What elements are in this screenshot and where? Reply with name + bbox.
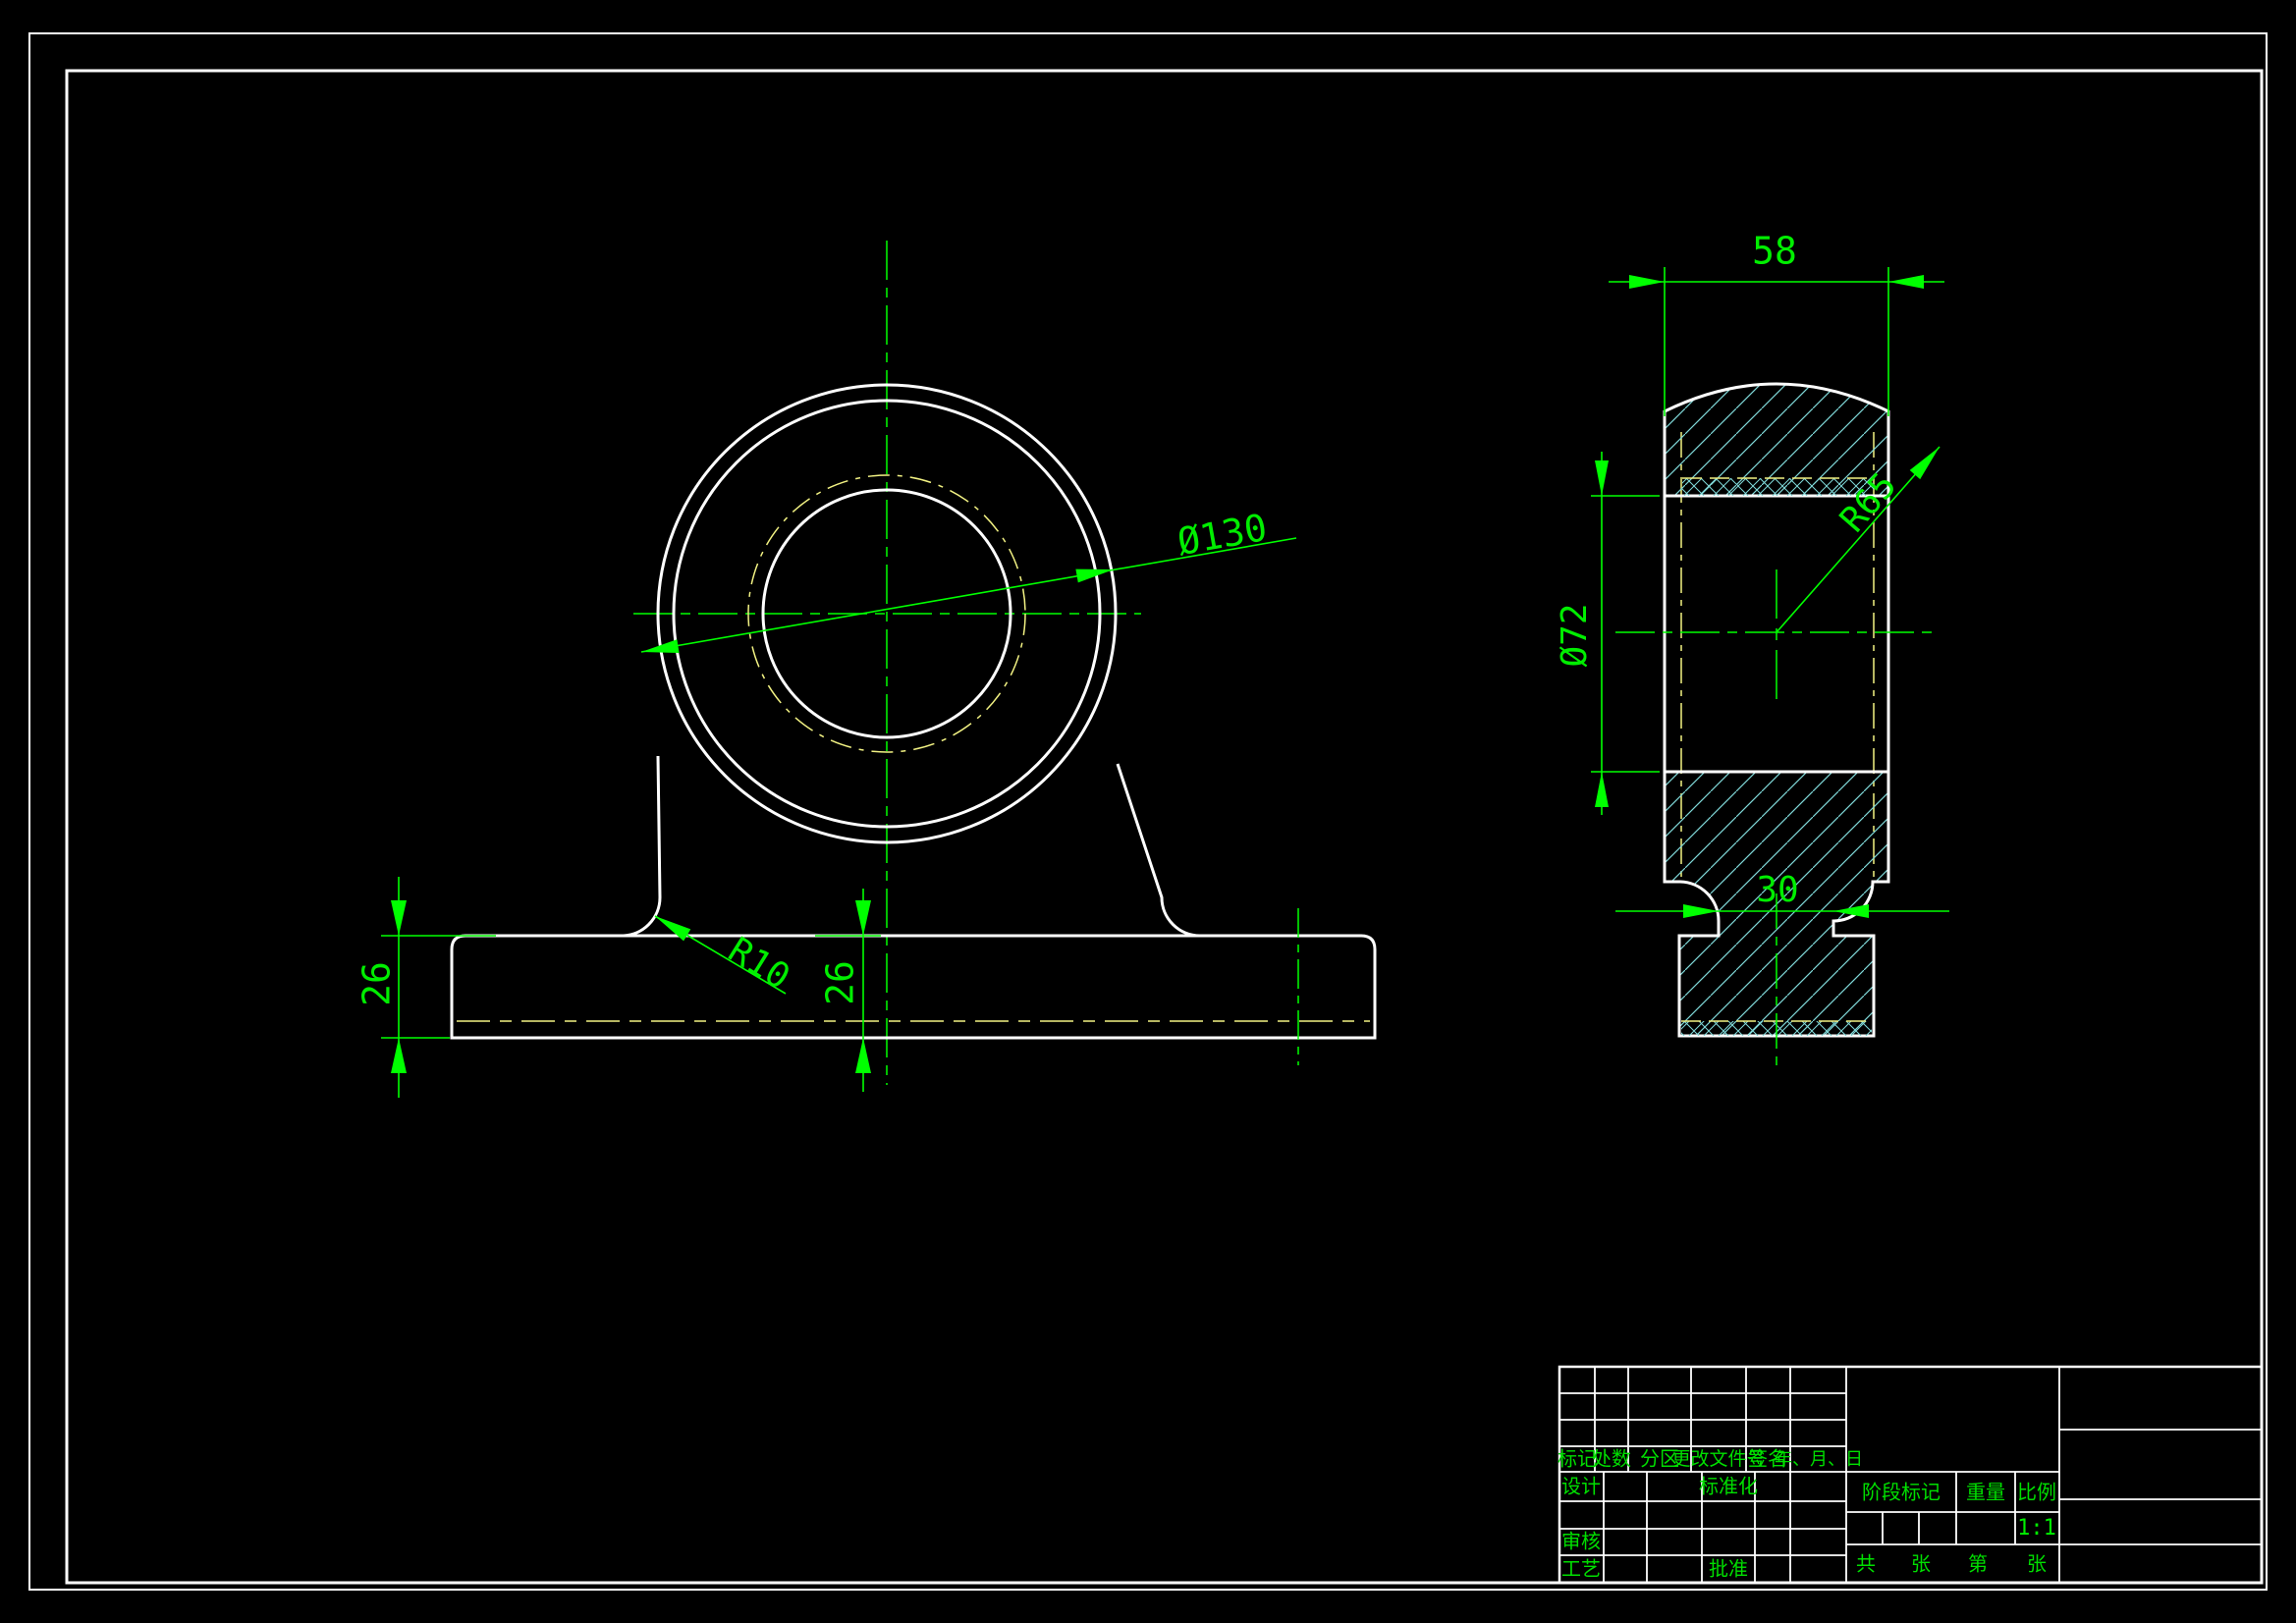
label-sheet2: 张 [2027, 1552, 2047, 1575]
dim-bore-72: Ø72 [1555, 452, 1660, 815]
dim-text-fillet: R10 [721, 930, 796, 998]
pillar-right-side [1118, 764, 1200, 936]
label-date: 年、月、日 [1775, 1449, 1863, 1469]
pillar-left-side [622, 756, 660, 936]
side-view-section: 58 Ø72 30 R65 [1555, 230, 1949, 1073]
label-sheets: 张 [1911, 1552, 1931, 1575]
dim-fillet-r10: R10 [655, 916, 796, 998]
arrowhead [1683, 904, 1719, 918]
dim-text-width: 58 [1752, 230, 1797, 273]
dim-text-bore: Ø72 [1555, 603, 1595, 667]
arrowhead [1075, 569, 1114, 583]
label-approve: 批准 [1709, 1557, 1748, 1580]
label-process: 工艺 [1561, 1557, 1601, 1580]
drawing-sheet: Ø130 R10 26 26 [0, 0, 2296, 1623]
arrowhead [1595, 460, 1609, 496]
arrowhead [855, 1038, 871, 1073]
arrowhead [655, 916, 690, 941]
value-scale: 1:1 [2017, 1516, 2056, 1541]
front-view: Ø130 R10 26 26 [355, 241, 1376, 1098]
arrowhead [855, 900, 871, 936]
label-standardize: 标准化 [1699, 1475, 1758, 1497]
dim-text-base-height-mid: 26 [819, 960, 862, 1005]
arrowhead [1629, 275, 1665, 289]
sheet-count-row: 共 张 第 张 [1856, 1552, 2047, 1575]
label-stage-mark: 阶段标记 [1862, 1481, 1941, 1503]
label-review: 审核 [1561, 1530, 1601, 1552]
base-plate-outline [452, 936, 1375, 1038]
arrowhead [1595, 772, 1609, 807]
dim-text-dia-outer: Ø130 [1175, 506, 1271, 564]
sheet-border [29, 33, 2267, 1590]
dim-base-height-left: 26 [355, 877, 497, 1098]
cap-liner-band [1682, 478, 1874, 496]
dim-text-neck: 30 [1756, 870, 1798, 910]
label-mark: 标记 [1558, 1447, 1597, 1470]
label-design: 设计 [1561, 1475, 1601, 1497]
dim-base-height-mid: 26 [815, 889, 881, 1092]
label-weight: 重量 [1966, 1481, 2005, 1503]
arrowhead [391, 900, 407, 936]
dim-diameter-130: Ø130 [641, 506, 1296, 653]
revision-header-row: 标记 处数 分区 更改文件号 签名 年、月、日 [1558, 1447, 1863, 1470]
label-ordinal: 第 [1968, 1552, 1988, 1575]
label-scale: 比例 [2017, 1481, 2056, 1503]
arrowhead [391, 1038, 407, 1073]
cad-drawing-canvas: Ø130 R10 26 26 [0, 0, 2296, 1623]
dim-text-base-height-left: 26 [355, 961, 399, 1006]
label-total: 共 [1856, 1552, 1876, 1575]
title-block: 标记 处数 分区 更改文件号 签名 年、月、日 设计 标准化 审核 工艺 批准 … [1558, 1367, 2262, 1583]
arrowhead [1888, 275, 1924, 289]
label-count: 处数 [1592, 1447, 1631, 1470]
